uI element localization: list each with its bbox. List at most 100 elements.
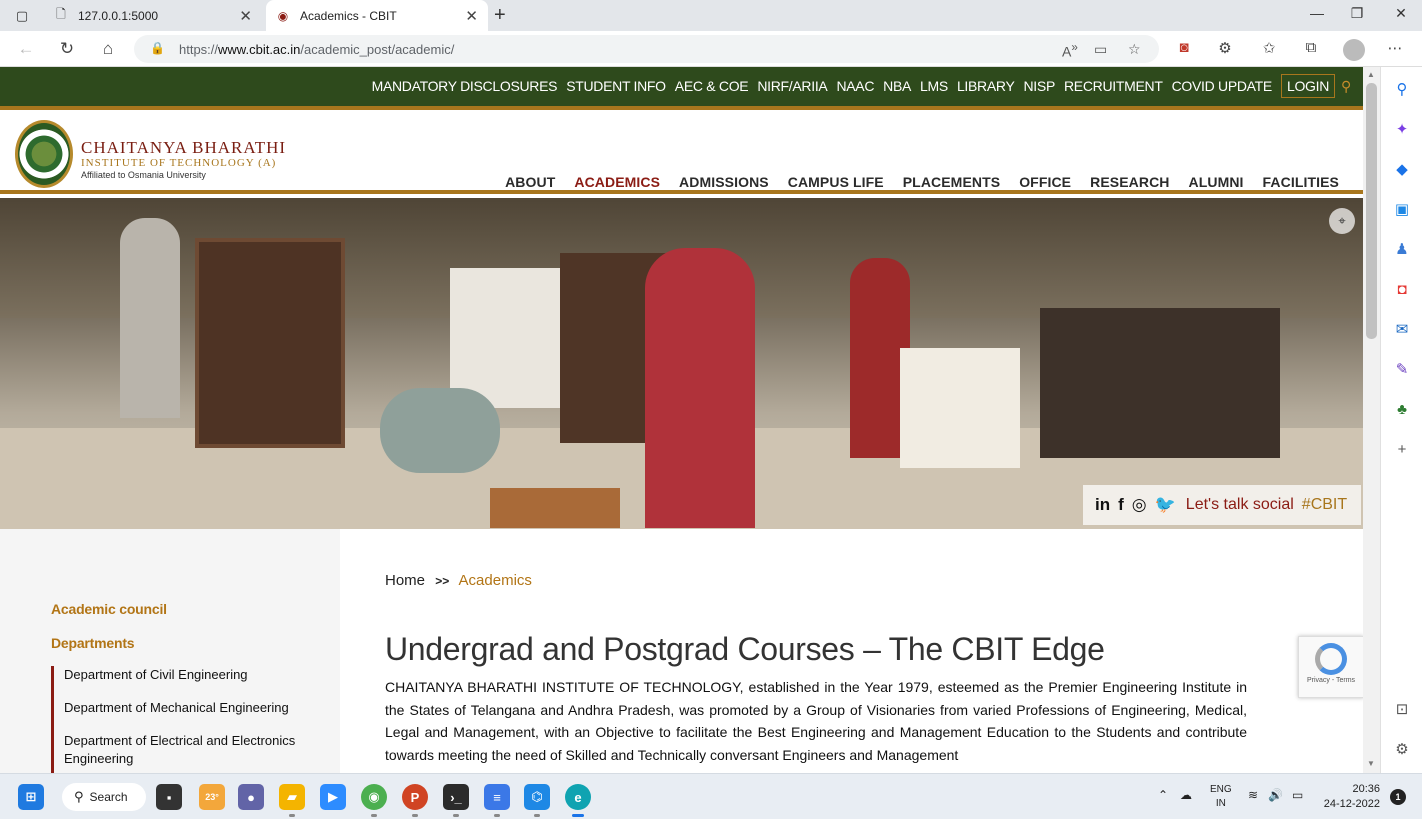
- chrome-icon[interactable]: ◉: [361, 784, 387, 810]
- powerpoint-icon[interactable]: P: [402, 784, 428, 810]
- nav-placements[interactable]: PLACEMENTS: [903, 174, 1000, 190]
- close-tab-icon[interactable]: ✕: [465, 7, 478, 25]
- nav-research[interactable]: RESEARCH: [1090, 174, 1169, 190]
- read-aloud-icon[interactable]: A»: [1062, 41, 1078, 60]
- brand-name[interactable]: CHAITANYA BHARATHI: [81, 138, 286, 158]
- twitter-icon[interactable]: 🐦: [1155, 495, 1176, 515]
- nav-mandatory-disclosures[interactable]: MANDATORY DISCLOSURES: [372, 78, 558, 94]
- recaptcha-badge[interactable]: Privacy - Terms: [1298, 636, 1364, 698]
- zoom-icon[interactable]: ▶: [320, 784, 346, 810]
- new-tab-button[interactable]: +: [494, 4, 506, 27]
- battery-icon[interactable]: ▭: [1292, 788, 1303, 802]
- extensions-icon[interactable]: ⚙: [1214, 39, 1236, 57]
- wifi-icon[interactable]: ≋: [1248, 788, 1258, 802]
- nav-nirf-ariia[interactable]: NIRF/ARIIA: [757, 78, 827, 94]
- volume-icon[interactable]: 🔊: [1268, 788, 1283, 802]
- sidebar-toggle-icon[interactable]: ⊡: [1391, 699, 1413, 721]
- sidebar-settings-icon[interactable]: ⚙: [1391, 739, 1413, 761]
- weather-icon[interactable]: 23°: [199, 784, 225, 810]
- copilot-sparkle-icon[interactable]: ✦: [1391, 119, 1413, 141]
- scroll-thumb[interactable]: [1366, 83, 1377, 339]
- nav-nba[interactable]: NBA: [883, 78, 911, 94]
- nav-lms[interactable]: LMS: [920, 78, 948, 94]
- nav-alumni[interactable]: ALUMNI: [1189, 174, 1244, 190]
- scroll-down-icon[interactable]: ▼: [1367, 759, 1375, 768]
- nav-nisp[interactable]: NISP: [1024, 78, 1056, 94]
- teams-chat-icon[interactable]: ●: [238, 784, 264, 810]
- nav-covid-update[interactable]: COVID UPDATE: [1172, 78, 1273, 94]
- file-explorer-icon[interactable]: ▰: [279, 784, 305, 810]
- back-button[interactable]: ←: [14, 39, 38, 59]
- favorite-star-icon[interactable]: ☆: [1128, 41, 1141, 58]
- nav-campus-life[interactable]: CAMPUS LIFE: [788, 174, 884, 190]
- url-text[interactable]: https://www.cbit.ac.in/academic_post/aca…: [179, 42, 454, 57]
- profile-avatar[interactable]: [1343, 39, 1365, 61]
- search-icon[interactable]: ⚲: [1341, 78, 1351, 95]
- shopping-tag-icon[interactable]: ◆: [1391, 159, 1413, 181]
- nav-facilities[interactable]: FACILITIES: [1263, 174, 1339, 190]
- close-window-button[interactable]: ✕: [1386, 5, 1416, 22]
- tab-localhost[interactable]: 🗋 127.0.0.1:5000 ✕: [44, 0, 262, 31]
- home-button[interactable]: ⌂: [96, 39, 120, 59]
- cbit-logo[interactable]: [15, 120, 73, 188]
- onedrive-icon[interactable]: ☁: [1180, 788, 1192, 802]
- taskbar-search[interactable]: ⚲ Search: [62, 783, 146, 811]
- notepad-icon[interactable]: ≡: [484, 784, 510, 810]
- sidebar-departments[interactable]: Departments: [51, 635, 135, 651]
- language-indicator[interactable]: ENG IN: [1210, 783, 1232, 811]
- sidebar-item-civil[interactable]: Department of Civil Engineering: [54, 666, 321, 684]
- nav-about[interactable]: ABOUT: [505, 174, 555, 190]
- nav-admissions[interactable]: ADMISSIONS: [679, 174, 769, 190]
- add-app-icon[interactable]: +: [1391, 439, 1413, 461]
- login-button[interactable]: LOGIN: [1280, 74, 1336, 98]
- nav-aec-coe[interactable]: AEC & COE: [675, 78, 749, 94]
- vscode-icon[interactable]: ⌬: [524, 784, 550, 810]
- games-icon[interactable]: ♟: [1391, 239, 1413, 261]
- lock-icon[interactable]: 🔒: [150, 41, 165, 55]
- breadcrumb-home[interactable]: Home: [385, 572, 425, 589]
- refresh-button[interactable]: ↻: [55, 39, 79, 59]
- sidebar-item-eee[interactable]: Department of Electrical and Electronics…: [54, 732, 321, 768]
- instagram-icon[interactable]: ◎: [1132, 495, 1147, 515]
- nav-library[interactable]: LIBRARY: [957, 78, 1015, 94]
- visual-search-icon[interactable]: ⌖: [1329, 208, 1355, 234]
- sidebar-academic-council[interactable]: Academic council: [51, 601, 167, 617]
- nav-academics[interactable]: ACADEMICS: [574, 174, 660, 190]
- facebook-icon[interactable]: f: [1118, 495, 1124, 515]
- immersive-reader-icon[interactable]: ▭: [1094, 41, 1107, 58]
- clock[interactable]: 20:36 24-12-2022: [1324, 782, 1380, 812]
- office-icon[interactable]: ◘: [1391, 279, 1413, 301]
- tools-briefcase-icon[interactable]: ▣: [1391, 199, 1413, 221]
- social-hashtag[interactable]: #CBIT: [1302, 496, 1347, 514]
- designer-icon[interactable]: ✎: [1391, 359, 1413, 381]
- notification-badge[interactable]: 1: [1390, 789, 1406, 805]
- recaptcha-links[interactable]: Privacy - Terms: [1299, 677, 1363, 684]
- tab-academics[interactable]: ◉ Academics - CBIT ✕: [266, 0, 488, 31]
- favorites-icon[interactable]: ✩: [1258, 39, 1280, 57]
- page-scrollbar[interactable]: ▲ ▼: [1363, 67, 1380, 773]
- minimize-button[interactable]: —: [1302, 5, 1332, 21]
- collections-icon[interactable]: ⧉: [1300, 39, 1322, 56]
- outlook-icon[interactable]: ✉: [1391, 319, 1413, 341]
- task-view-icon[interactable]: ▪: [156, 784, 182, 810]
- url-field[interactable]: 🔒 https://www.cbit.ac.in/academic_post/a…: [134, 35, 1159, 63]
- nav-student-info[interactable]: STUDENT INFO: [566, 78, 666, 94]
- maximize-button[interactable]: ❐: [1342, 5, 1372, 22]
- edge-icon[interactable]: e: [565, 784, 591, 810]
- windows-start-icon[interactable]: ⊞: [18, 784, 44, 810]
- tray-chevron-icon[interactable]: ⌃: [1158, 788, 1168, 802]
- nav-recruitment[interactable]: RECRUITMENT: [1064, 78, 1163, 94]
- nav-office[interactable]: OFFICE: [1019, 174, 1071, 190]
- tab-actions-icon[interactable]: ▢: [12, 6, 32, 26]
- linkedin-icon[interactable]: in: [1095, 495, 1110, 515]
- terminal-icon[interactable]: ›_: [443, 784, 469, 810]
- sidebar-item-mechanical[interactable]: Department of Mechanical Engineering: [54, 699, 321, 717]
- nav-naac[interactable]: NAAC: [836, 78, 874, 94]
- close-tab-icon[interactable]: ✕: [239, 7, 252, 25]
- tree-icon[interactable]: ♣: [1391, 399, 1413, 421]
- extension-pocket-icon[interactable]: ◙: [1173, 39, 1195, 56]
- settings-more-icon[interactable]: ⋯: [1384, 39, 1406, 57]
- page-viewport: MANDATORY DISCLOSURES STUDENT INFO AEC &…: [0, 67, 1363, 773]
- search-icon[interactable]: ⚲: [1391, 79, 1413, 101]
- scroll-up-icon[interactable]: ▲: [1367, 70, 1375, 79]
